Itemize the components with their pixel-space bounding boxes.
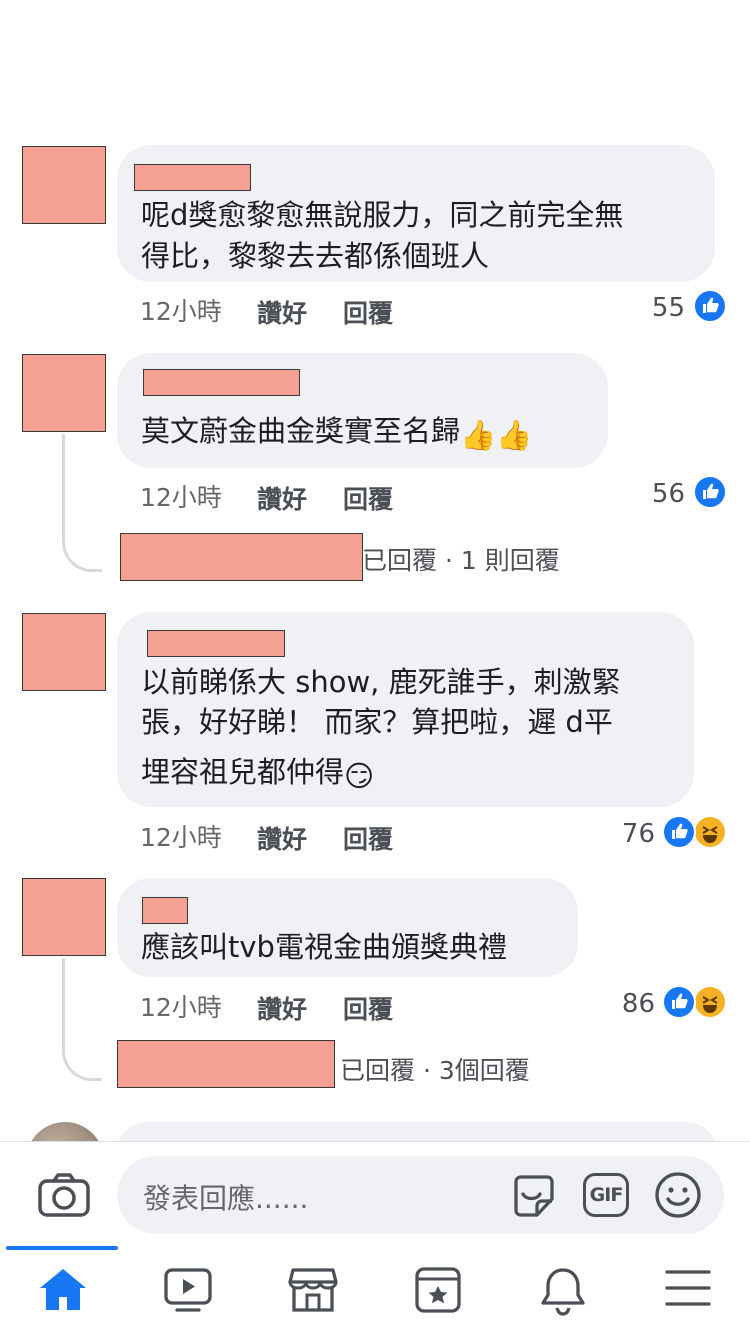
tab-marketplace[interactable] <box>250 1246 375 1334</box>
comment-time: 12小時 <box>140 483 222 512</box>
thumbs-up-emoji: 👍👍 <box>460 418 533 452</box>
like-button[interactable]: 讚好 <box>257 480 307 516</box>
tab-news[interactable] <box>375 1246 500 1334</box>
reply-thread-line <box>62 434 102 572</box>
like-button[interactable]: 讚好 <box>257 990 307 1026</box>
like-button[interactable]: 讚好 <box>257 294 307 330</box>
sticker-icon[interactable] <box>510 1172 558 1224</box>
commenter-name[interactable] <box>134 164 251 191</box>
comment-time: 12小時 <box>140 993 222 1022</box>
comment-text: 莫文蔚金曲金獎實至名歸👍👍 <box>141 411 532 456</box>
haha-reaction-icon[interactable] <box>693 985 727 1019</box>
comment-text-line: 得比，黎黎去去都係個班人 <box>141 239 490 273</box>
avatar[interactable] <box>22 878 106 956</box>
replier-name[interactable] <box>117 1040 335 1088</box>
tab-menu[interactable] <box>625 1246 750 1334</box>
notifications-icon <box>540 1268 585 1316</box>
bottom-tab-bar <box>0 1246 750 1334</box>
reply-thread-line <box>62 958 102 1081</box>
comment-time: 12小時 <box>140 823 222 852</box>
reaction-count[interactable]: 76 <box>595 819 655 849</box>
video-icon <box>163 1268 212 1312</box>
gif-icon[interactable]: GIF <box>583 1173 629 1217</box>
reaction-count[interactable]: 86 <box>595 989 655 1019</box>
camera-icon[interactable] <box>38 1172 90 1222</box>
comment-bubble[interactable]: 莫文蔚金曲金獎實至名歸👍👍 <box>117 353 608 468</box>
like-button[interactable]: 讚好 <box>257 820 307 856</box>
comment-text-line: 應該叫tvb電視金曲頒獎典禮 <box>141 930 507 964</box>
comment-input[interactable]: 發表回應...... GIF <box>117 1156 724 1234</box>
home-icon <box>39 1269 86 1310</box>
avatar[interactable] <box>22 613 106 691</box>
comment-text-line: 埋容祖兒都仲得 <box>141 755 345 789</box>
comment-bubble[interactable]: 應該叫tvb電視金曲頒獎典禮 <box>117 878 578 977</box>
avatar[interactable] <box>22 354 106 432</box>
reaction-count[interactable]: 55 <box>625 293 685 323</box>
like-reaction-icon[interactable] <box>662 815 696 849</box>
like-reaction-icon[interactable] <box>693 289 727 323</box>
tab-home[interactable] <box>0 1246 125 1334</box>
reaction-count[interactable]: 56 <box>625 479 685 509</box>
view-replies-link[interactable]: 已回覆 · 3個回覆 <box>340 1051 530 1087</box>
gif-label: GIF <box>589 1184 624 1206</box>
tab-video[interactable] <box>125 1246 250 1334</box>
menu-icon <box>664 1270 711 1306</box>
emoji-icon[interactable] <box>654 1171 702 1223</box>
replier-name[interactable] <box>120 533 363 581</box>
comment-composer-bar: 發表回應...... GIF <box>0 1141 750 1246</box>
like-reaction-icon[interactable] <box>662 985 696 1019</box>
view-replies-link[interactable]: 已回覆 · 1 則回覆 <box>362 541 560 577</box>
commenter-name[interactable] <box>142 897 188 924</box>
comment-text-line: 呢d獎愈黎愈無說服力，同之前完全無 <box>141 198 624 232</box>
comment-time: 12小時 <box>140 297 222 326</box>
reply-button[interactable]: 回覆 <box>343 820 393 856</box>
reply-button[interactable]: 回覆 <box>343 294 393 330</box>
commenter-name[interactable] <box>147 630 285 657</box>
comment-text: 埋容祖兒都仲得😏 <box>141 752 374 797</box>
comment-text-line: 莫文蔚金曲金獎實至名歸 <box>141 414 461 448</box>
avatar[interactable] <box>22 146 106 224</box>
commenter-name[interactable] <box>143 369 300 396</box>
marketplace-icon <box>287 1268 338 1312</box>
news-icon <box>414 1267 461 1313</box>
comment-bubble[interactable]: 以前睇係大 show, 鹿死誰手，刺激緊 張，好好睇！ 而家？算把啦，遲 d平 … <box>117 612 694 807</box>
comment-input-placeholder: 發表回應...... <box>143 1182 309 1215</box>
comment-text-line: 以前睇係大 show, 鹿死誰手，刺激緊 <box>141 665 621 699</box>
comment-text-line: 張，好好睇！ 而家？算把啦，遲 d平 <box>141 705 613 739</box>
like-reaction-icon[interactable] <box>693 475 727 509</box>
smirk-emoji: 😏 <box>344 759 375 793</box>
tab-notifications[interactable] <box>500 1246 625 1334</box>
reply-button[interactable]: 回覆 <box>343 480 393 516</box>
comment-bubble[interactable]: 呢d獎愈黎愈無說服力，同之前完全無 得比，黎黎去去都係個班人 <box>117 145 715 282</box>
reply-button[interactable]: 回覆 <box>343 990 393 1026</box>
haha-reaction-icon[interactable] <box>693 815 727 849</box>
